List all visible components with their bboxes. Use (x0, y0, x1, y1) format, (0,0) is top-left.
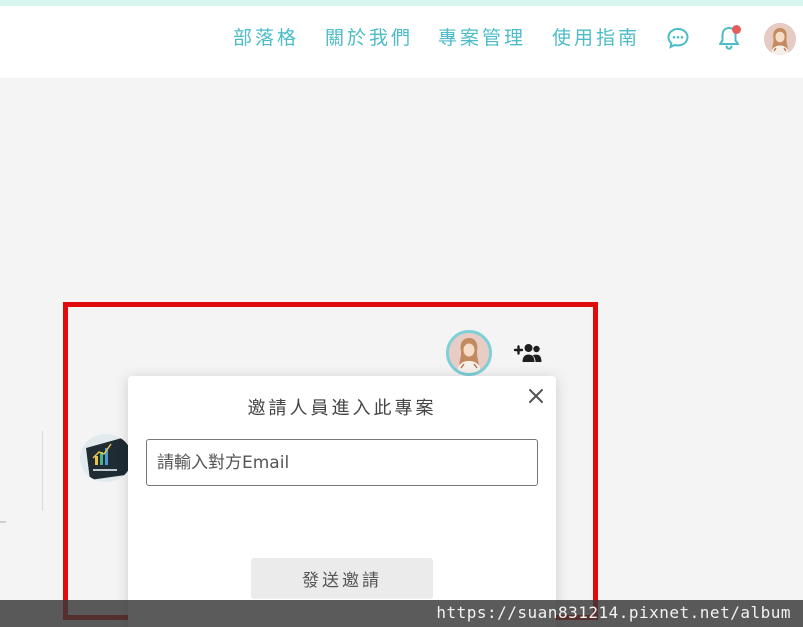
panel-divider (42, 431, 43, 511)
email-input[interactable] (146, 439, 538, 486)
nav-user-guide[interactable]: 使用指南 (552, 25, 640, 51)
chat-icon[interactable] (666, 26, 690, 50)
panel-edge-tick (0, 521, 6, 523)
modal-title: 邀請人員進入此專案 (247, 398, 437, 419)
nav-project-management[interactable]: 專案管理 (438, 25, 526, 51)
watermark-bar: https://suan831214.pixnet.net/album (0, 600, 803, 627)
send-invite-button[interactable]: 發送邀請 (251, 558, 433, 599)
top-navbar: 部落格 關於我們 專案管理 使用指南 (0, 6, 803, 78)
nav-about-us[interactable]: 關於我們 (325, 25, 413, 51)
user-avatar[interactable] (764, 23, 796, 55)
avatar-image (764, 23, 796, 55)
notification-dot (732, 25, 741, 34)
watermark-text: https://suan831214.pixnet.net/album (436, 603, 791, 622)
invite-member-modal: 邀請人員進入此專案 發送邀請 (128, 376, 556, 627)
close-icon[interactable] (526, 386, 546, 406)
nav-blog[interactable]: 部落格 (233, 25, 299, 51)
